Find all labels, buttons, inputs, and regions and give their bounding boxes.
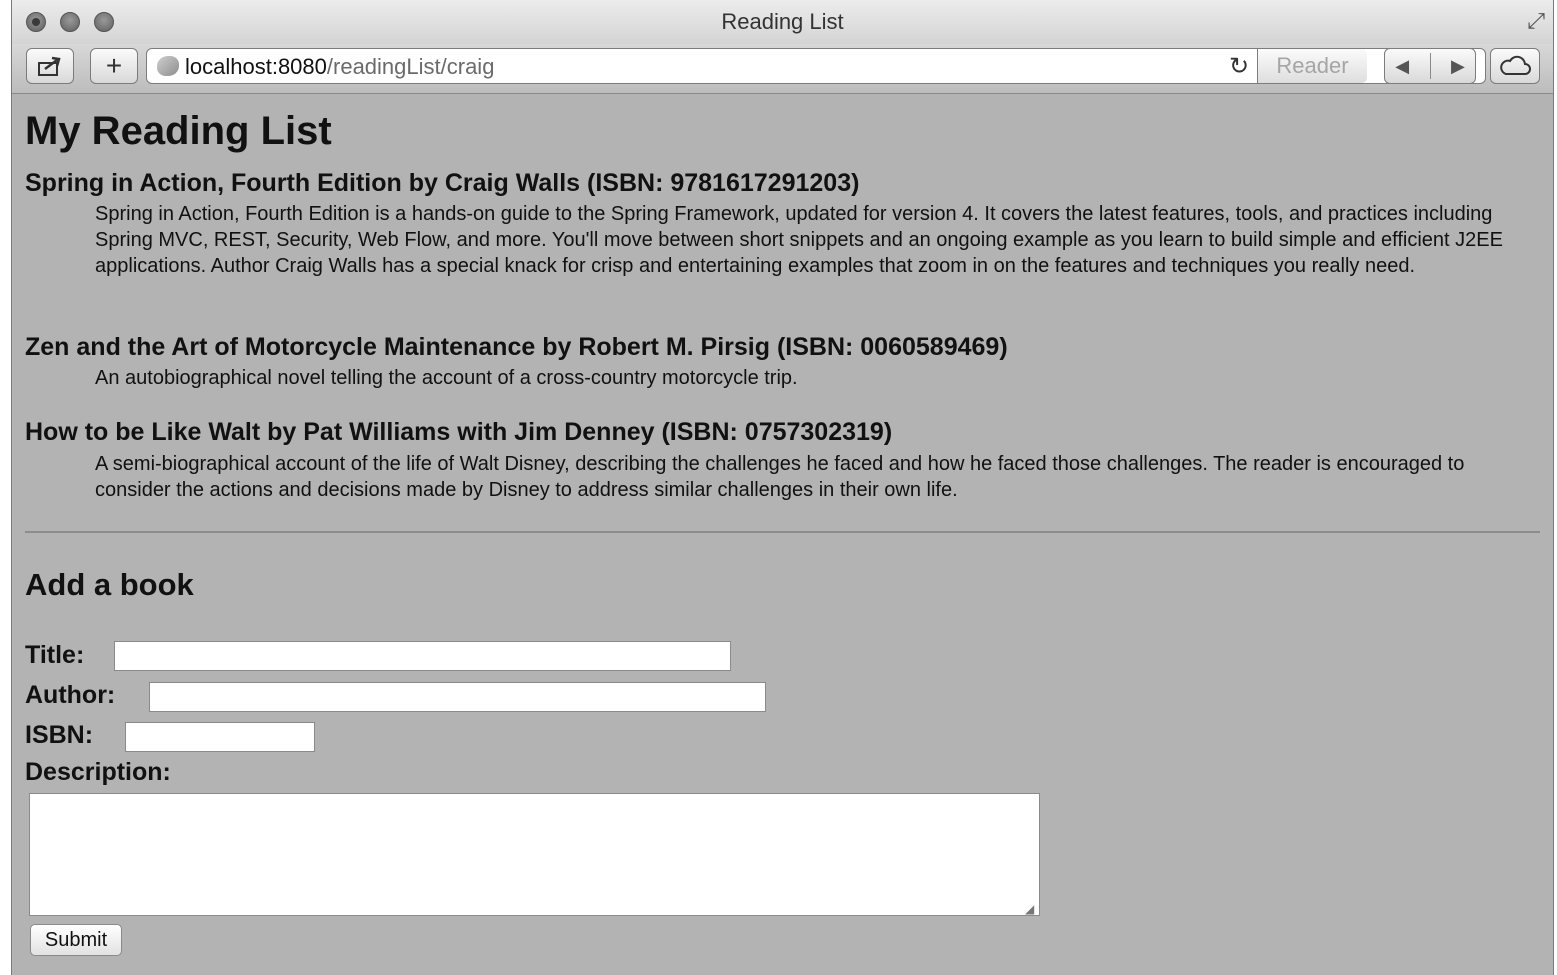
title-bar: Reading List ⤢ bbox=[12, 0, 1553, 44]
isbn-label: ISBN: bbox=[25, 721, 94, 749]
book-heading: How to be Like Walt by Pat Williams with… bbox=[25, 418, 893, 446]
book-description: Spring in Action, Fourth Edition is a ha… bbox=[95, 203, 1503, 277]
section-divider bbox=[25, 531, 1540, 533]
description-label: Description: bbox=[25, 758, 171, 786]
new-tab-button[interactable]: + bbox=[90, 48, 138, 84]
history-nav: ◀ ▶ bbox=[1384, 48, 1476, 84]
resize-grip-icon[interactable]: ◢ bbox=[1025, 902, 1034, 916]
share-button[interactable] bbox=[26, 48, 74, 84]
fullscreen-icon[interactable]: ⤢ bbox=[1527, 8, 1545, 34]
reload-icon[interactable]: ↻ bbox=[1229, 52, 1249, 81]
url-path: /readingList/craig bbox=[326, 54, 495, 79]
back-arrow-icon[interactable]: ◀ bbox=[1395, 56, 1409, 77]
description-textarea[interactable] bbox=[29, 793, 1040, 916]
book-heading: Zen and the Art of Motorcycle Maintenanc… bbox=[25, 333, 1008, 361]
book-description: An autobiographical novel telling the ac… bbox=[95, 367, 798, 389]
isbn-input[interactable] bbox=[125, 722, 315, 752]
title-input[interactable] bbox=[114, 641, 731, 671]
nav-divider bbox=[1429, 53, 1431, 79]
site-favicon-icon bbox=[157, 56, 179, 76]
author-label: Author: bbox=[25, 681, 116, 709]
reader-button[interactable]: Reader bbox=[1257, 49, 1367, 83]
author-input[interactable] bbox=[149, 682, 766, 712]
url-host: localhost:8080 bbox=[185, 54, 327, 79]
url-text: localhost:8080/readingList/craig bbox=[185, 54, 494, 80]
plus-icon: + bbox=[105, 50, 123, 81]
address-bar[interactable]: localhost:8080/readingList/craig ↻ Reade… bbox=[146, 48, 1486, 84]
title-label: Title: bbox=[25, 641, 85, 669]
icloud-tabs-button[interactable] bbox=[1490, 48, 1540, 84]
forward-arrow-icon[interactable]: ▶ bbox=[1451, 56, 1465, 77]
page-title: My Reading List bbox=[25, 109, 332, 153]
submit-button[interactable]: Submit bbox=[30, 924, 122, 956]
cloud-icon bbox=[1500, 55, 1531, 75]
book-description: A semi-biographical account of the life … bbox=[95, 453, 1465, 501]
browser-toolbar: + localhost:8080/readingList/craig ↻ Rea… bbox=[12, 44, 1553, 94]
add-book-heading: Add a book bbox=[25, 567, 194, 602]
window-title: Reading List bbox=[721, 9, 844, 34]
share-icon bbox=[38, 56, 61, 76]
browser-window: Reading List ⤢ + localhost:8080/readingL… bbox=[11, 0, 1554, 975]
book-heading: Spring in Action, Fourth Edition by Crai… bbox=[25, 169, 860, 197]
